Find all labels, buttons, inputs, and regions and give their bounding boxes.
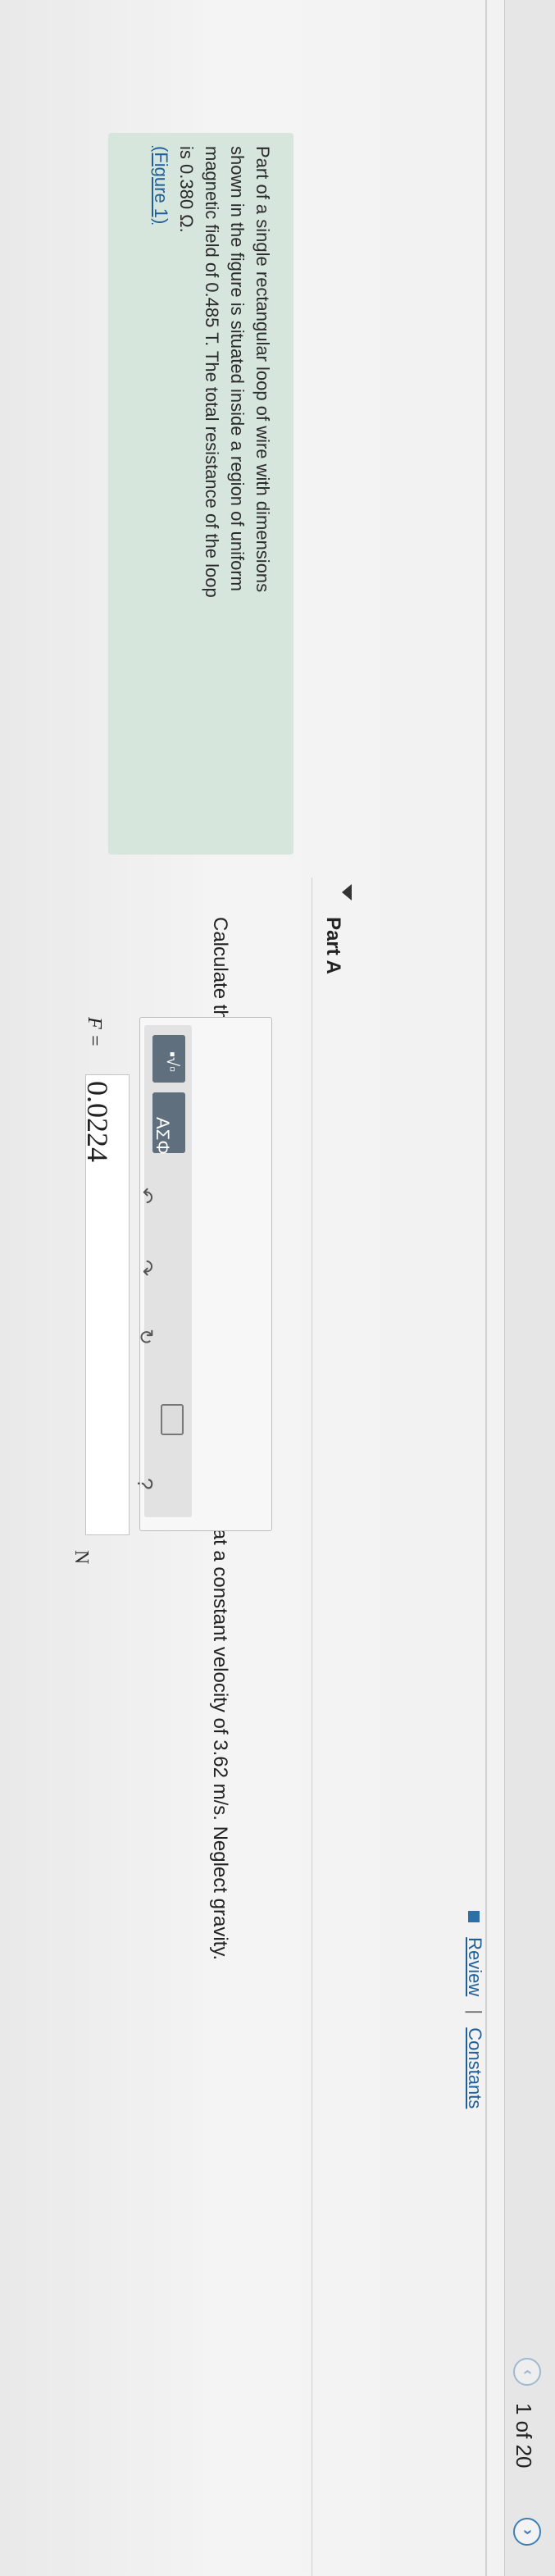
content-divider [485,0,487,2576]
problem-statement: Part of a single rectangular loop of wir… [148,146,275,598]
problem-line: magnetic field of 0.485 T. The total res… [202,146,222,598]
keyboard-icon[interactable] [161,1404,184,1435]
reset-icon[interactable]: ↻ [134,1329,157,1345]
page-counter: 1 of 20 [512,2403,536,2469]
review-icon [467,1911,480,1922]
chevron-left-icon: ‹ [518,2369,537,2375]
problem-line: shown in the figure is situated inside a… [227,146,248,591]
link-separator: | [465,2009,485,2015]
symbols-label: ΑΣΦ [152,1117,174,1155]
header-bar [504,0,555,2576]
answer-label: F = [84,1017,105,1047]
part-title: Part A [322,917,344,974]
symbols-button[interactable]: ΑΣΦ [152,1092,185,1155]
template-icon: ▪√▫ [163,1051,182,1072]
collapse-caret-icon[interactable] [342,884,352,900]
prev-button[interactable]: ‹ [513,2358,541,2386]
chevron-right-icon: › [518,2528,537,2535]
next-button[interactable]: › [513,2518,541,2546]
help-icon[interactable]: ? [132,1478,157,1489]
problem-line: is 0.380 Ω. [176,146,197,233]
figure-link[interactable]: (Figure 1) [151,146,171,224]
page: ‹ 1 of 20 › Review | Constants Part of a… [0,0,555,2576]
unit-label: N [71,1550,92,1565]
problem-line: Part of a single rectangular loop of wir… [252,146,273,593]
template-button[interactable]: ▪√▫ [152,1035,185,1083]
undo-icon[interactable]: ↶ [134,1188,157,1204]
constants-link[interactable]: Constants [465,2027,485,2109]
review-link[interactable]: Review [465,1937,485,1996]
answer-value[interactable]: 0.0224 [80,1081,115,1162]
redo-icon[interactable]: ↷ [134,1260,157,1276]
review-constants-links: Review | Constants [464,1911,485,2109]
